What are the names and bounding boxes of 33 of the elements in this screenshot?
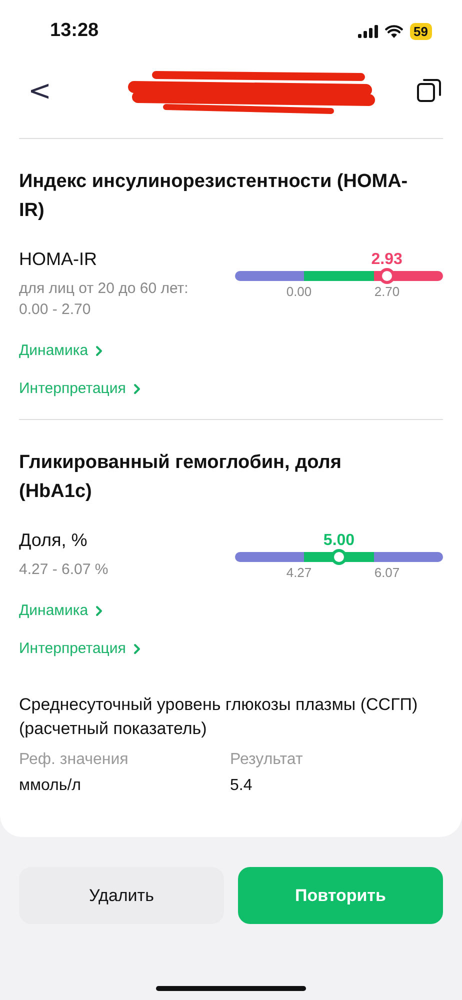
table-cell-text: ммоль/л <box>19 777 82 795</box>
result-value: 2.93 <box>371 251 402 269</box>
wifi-icon <box>384 24 403 38</box>
column-header: Реф. значения <box>19 751 130 769</box>
chevron-right-icon <box>95 604 104 616</box>
battery-level: 59 <box>410 22 432 40</box>
link[interactable]: Динамика <box>19 342 104 359</box>
column-header: Результат <box>230 751 304 769</box>
chevron-right-icon <box>132 642 141 654</box>
scale-label: 4.27 <box>286 565 312 580</box>
result-value: 5.00 <box>323 532 355 550</box>
chevron-right-icon <box>132 382 141 394</box>
copy-icon <box>416 77 442 103</box>
test-title: Гликированный гемоглобин, доля (HbA1c) <box>19 451 342 504</box>
scale-label: 2.70 <box>374 284 400 299</box>
reference-range: для лиц от 20 до 60 лет: 0.00 - 2.70 <box>19 279 190 320</box>
link[interactable]: Динамика <box>19 602 104 619</box>
link[interactable]: Интерпретация <box>19 640 141 657</box>
signal-icon <box>358 24 378 38</box>
scale-label: 6.07 <box>374 565 400 580</box>
scale-label: 0.00 <box>286 284 312 299</box>
table-cell-text: 5.4 <box>230 777 254 795</box>
reference-range: 4.27 - 6.07 % <box>19 560 110 580</box>
chevron-right-icon <box>95 344 104 356</box>
test-title: Индекс инсулинорезистентности (HOMA-IR) <box>19 170 409 223</box>
repeat-button[interactable]: Повторить <box>238 867 443 924</box>
delete-button[interactable]: Удалить <box>19 867 224 924</box>
parameter-name: Доля, % <box>19 530 88 551</box>
test-title: Среднесуточный уровень глюкозы плазмы (ССГП) (расчетный показатель) <box>19 694 419 740</box>
link[interactable]: Интерпретация <box>19 380 141 397</box>
parameter-name: HOMA-IR <box>19 249 98 270</box>
back-button[interactable]: < <box>24 74 56 106</box>
status-time: 13:28 <box>50 20 99 42</box>
